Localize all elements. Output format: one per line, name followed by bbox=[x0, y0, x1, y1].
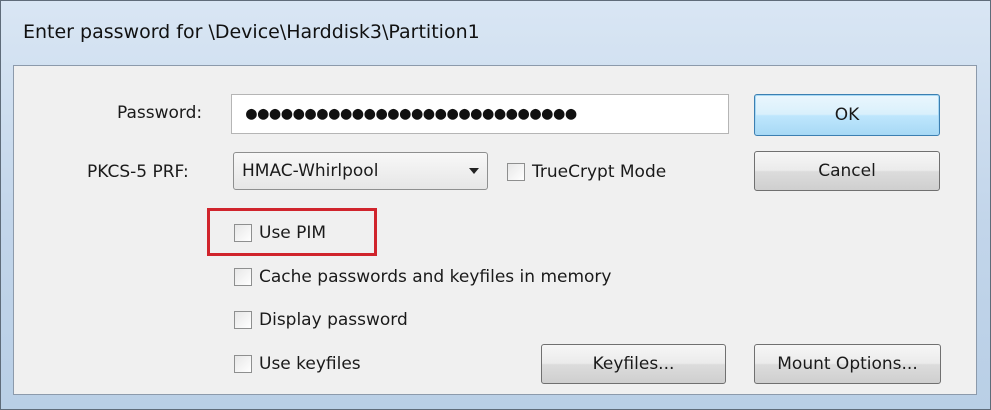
password-dialog: Enter password for \Device\Harddisk3\Par… bbox=[0, 0, 991, 410]
dialog-body: Password: ●●●●●●●●●●●●●●●●●●●●●●●●●●●● P… bbox=[13, 65, 977, 395]
use-keyfiles-label[interactable]: Use keyfiles bbox=[259, 354, 361, 374]
use-keyfiles-checkbox[interactable] bbox=[234, 355, 252, 373]
prf-select[interactable]: HMAC-Whirlpool bbox=[233, 152, 488, 190]
prf-label: PKCS-5 PRF: bbox=[87, 162, 189, 182]
truecrypt-mode-label[interactable]: TrueCrypt Mode bbox=[532, 162, 666, 182]
prf-selected-value: HMAC-Whirlpool bbox=[242, 161, 379, 181]
display-password-label[interactable]: Display password bbox=[259, 310, 408, 330]
keyfiles-button[interactable]: Keyfiles... bbox=[541, 344, 726, 384]
password-label: Password: bbox=[117, 103, 203, 123]
truecrypt-mode-checkbox[interactable] bbox=[507, 163, 525, 181]
cache-passwords-label[interactable]: Cache passwords and keyfiles in memory bbox=[259, 267, 611, 287]
ok-button[interactable]: OK bbox=[754, 94, 940, 136]
password-input[interactable]: ●●●●●●●●●●●●●●●●●●●●●●●●●●●● bbox=[231, 94, 729, 134]
mount-options-button[interactable]: Mount Options... bbox=[754, 344, 941, 384]
cache-passwords-checkbox[interactable] bbox=[234, 268, 252, 286]
window-title: Enter password for \Device\Harddisk3\Par… bbox=[23, 21, 480, 43]
cancel-button[interactable]: Cancel bbox=[754, 151, 940, 191]
display-password-checkbox[interactable] bbox=[234, 311, 252, 329]
dropdown-arrow-icon bbox=[469, 168, 479, 174]
use-pim-highlight bbox=[207, 208, 377, 256]
title-bar[interactable]: Enter password for \Device\Harddisk3\Par… bbox=[1, 1, 990, 65]
